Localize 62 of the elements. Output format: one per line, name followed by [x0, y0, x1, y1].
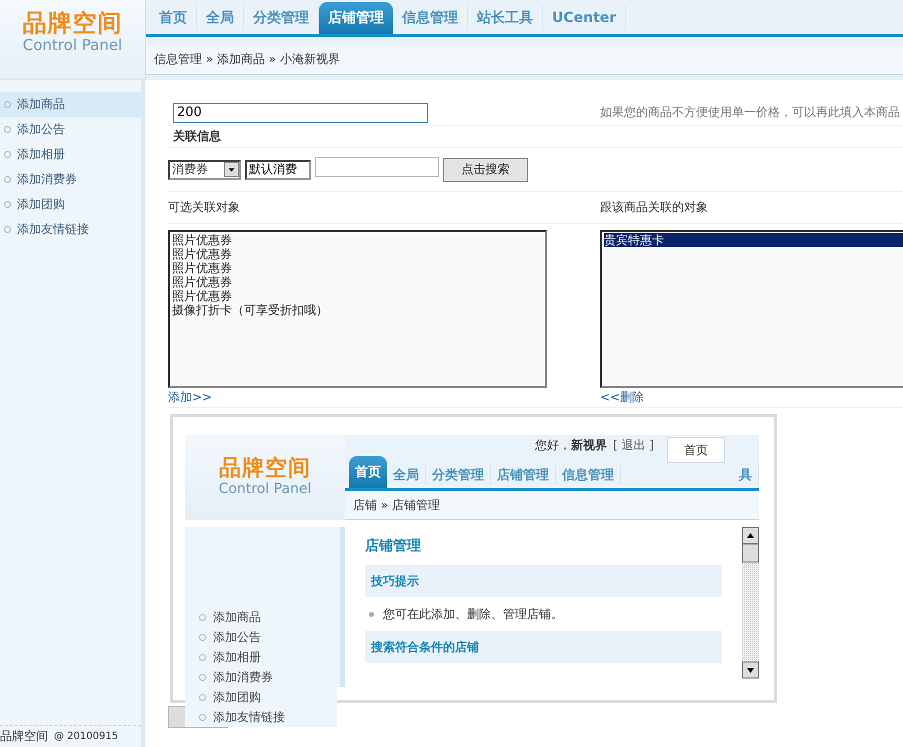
logout-link[interactable]: [ 退出 ] [613, 437, 654, 454]
circle-icon [4, 101, 11, 108]
sidebar-item[interactable]: 添加团购 [0, 192, 141, 217]
search-button[interactable]: 点击搜索 [443, 158, 528, 182]
logo-title: 品牌空间 [22, 10, 122, 36]
linked-label: 跟该商品关联的对象 [600, 199, 709, 216]
section-header: 搜索符合条件的店铺 [365, 631, 722, 663]
circle-icon [4, 226, 11, 233]
breadcrumb: 信息管理 » 添加商品 » 小淹新视界 [146, 45, 903, 75]
nav-tab[interactable]: 店铺管理 [319, 2, 393, 34]
logo-subtitle: Control Panel [22, 36, 122, 54]
list-option[interactable]: 贵宾特惠卡 [604, 233, 903, 247]
circle-icon [4, 176, 11, 183]
list-option[interactable]: 摄像打折卡（可享受折扣哦） [172, 303, 543, 317]
sidebar-item[interactable]: 添加团购 [199, 687, 337, 707]
circle-icon [199, 634, 206, 640]
list-option[interactable]: 照片优惠券 [172, 261, 543, 275]
circle-icon [199, 694, 206, 700]
sidebar-item[interactable]: 添加商品 [199, 607, 337, 627]
list-option[interactable]: 照片优惠券 [172, 233, 543, 247]
search-field[interactable]: 默认消费 [245, 160, 311, 180]
available-label: 可选关联对象 [168, 199, 241, 216]
circle-icon [4, 151, 11, 158]
linked-list[interactable]: 贵宾特惠卡 [600, 230, 903, 388]
tip-text: 您可在此添加、删除、管理店铺。 [383, 606, 563, 622]
circle-icon [199, 654, 206, 660]
sidebar-item[interactable]: 添加公告 [199, 627, 337, 647]
panel-title: 店铺管理 [365, 537, 422, 556]
sidebar-item[interactable]: 添加商品 [0, 92, 141, 117]
circle-icon [4, 201, 11, 208]
footer-version: @ 20100915 [54, 731, 118, 742]
list-option[interactable]: 照片优惠券 [172, 289, 543, 303]
add-link[interactable]: 添加>> [168, 390, 212, 404]
footer-brand: 品牌空间 [0, 728, 48, 745]
greeting: 您好，新视界 [535, 437, 607, 454]
price-input[interactable]: 200 [173, 102, 428, 122]
price-hint: 如果您的商品不方便使用单一价格，可以再此填入本商品 [600, 104, 901, 121]
logo-subtitle: Control Panel [218, 481, 312, 498]
bullet-icon [369, 612, 374, 616]
sidebar-item[interactable]: 添加友情链接 [199, 707, 337, 727]
section-header: 技巧提示 [365, 565, 722, 597]
type-select[interactable]: 消费券 [168, 160, 241, 180]
list-option[interactable]: 照片优惠券 [172, 247, 543, 261]
sidebar-item[interactable]: 添加相册 [0, 142, 141, 167]
home-box[interactable]: 首页 [667, 437, 725, 463]
sidebar-item[interactable]: 添加消费券 [199, 667, 337, 687]
circle-icon [4, 126, 11, 133]
circle-icon [199, 614, 206, 620]
nav-tab[interactable]: 首页 [349, 456, 387, 488]
breadcrumb: 店铺 » 店铺管理 [345, 491, 759, 520]
logo-title: 品牌空间 [219, 457, 311, 482]
section-title: 关联信息 [168, 126, 903, 148]
remove-link[interactable]: <<删除 [600, 390, 644, 404]
available-list[interactable]: 照片优惠券 照片优惠券 照片优惠券 照片优惠券 照片优惠券 摄像打折卡（可享受折扣哦） [168, 230, 547, 388]
circle-icon [199, 714, 206, 720]
circle-icon [199, 674, 206, 680]
sidebar-item[interactable]: 添加友情链接 [0, 217, 141, 242]
sidebar-item[interactable]: 添加公告 [0, 117, 141, 142]
sidebar-item[interactable]: 添加相册 [199, 647, 337, 667]
list-option[interactable]: 照片优惠券 [172, 275, 543, 289]
sidebar-item[interactable]: 添加消费券 [0, 167, 141, 192]
scrollbar[interactable] [742, 527, 759, 679]
